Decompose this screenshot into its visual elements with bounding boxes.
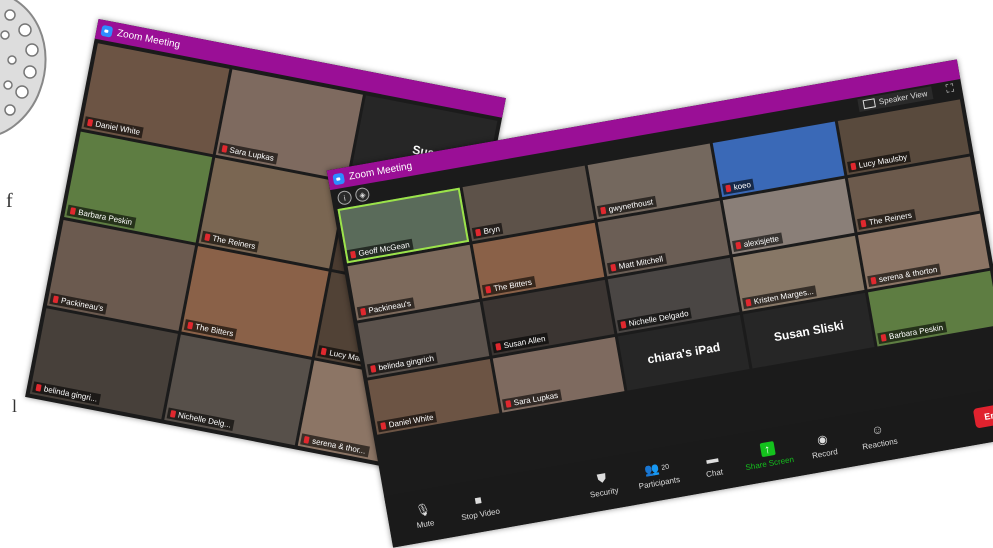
- participants-button[interactable]: 👥 20 Participants: [628, 457, 688, 492]
- video-camera-icon: ■: [473, 492, 483, 508]
- zoom-logo-icon: [100, 24, 114, 38]
- end-meeting-button[interactable]: End: [972, 402, 993, 429]
- top-controls: i ◈: [336, 186, 371, 206]
- reactions-button[interactable]: ☺ Reactions: [849, 418, 909, 453]
- reactions-icon: ☺: [870, 421, 885, 438]
- participant-name-label: Nichelle Delg...: [166, 407, 235, 432]
- security-button[interactable]: ⛊ Security: [573, 467, 633, 502]
- info-icon[interactable]: i: [336, 189, 353, 206]
- participant-name-label: Barbara Peskin: [877, 321, 947, 345]
- speaker-view-icon: [862, 98, 876, 110]
- participants-icon: 👥 20: [643, 461, 670, 478]
- participant-name-label: koeo: [721, 178, 755, 195]
- security-label: Security: [589, 485, 620, 500]
- record-button[interactable]: ◉ Record: [794, 428, 854, 463]
- reactions-label: Reactions: [861, 436, 899, 452]
- window-title: Zoom Meeting: [116, 27, 182, 51]
- stop-video-button[interactable]: ■ Stop Video: [449, 488, 509, 523]
- participant-name-label: belinda gingri...: [32, 381, 102, 406]
- record-icon: ◉: [815, 431, 829, 448]
- participant-count: 20: [660, 463, 670, 472]
- shield-icon: ⛊: [596, 470, 608, 486]
- participant-name-label: serena & thor...: [300, 433, 370, 458]
- share-screen-button[interactable]: ↑ Share Screen: [738, 437, 798, 472]
- butterfly-wing-decoration: [0, 0, 47, 135]
- participant-display-name: chiara's iPad: [646, 339, 722, 367]
- share-screen-label: Share Screen: [744, 454, 795, 473]
- fullscreen-icon[interactable]: ⛶: [945, 82, 955, 96]
- participants-label: Participants: [638, 474, 681, 491]
- share-screen-icon: ↑: [759, 441, 776, 458]
- zoom-logo-icon: [332, 172, 346, 185]
- stray-letter-l: l: [12, 396, 18, 416]
- mute-label: Mute: [415, 518, 436, 531]
- chat-button[interactable]: ▬ Chat: [683, 447, 743, 482]
- participant-name-label: Sara Lupkas: [502, 389, 562, 411]
- stray-letter-f: f: [6, 190, 13, 212]
- microphone-icon: 🎙: [414, 501, 432, 519]
- shield-icon[interactable]: ◈: [354, 186, 371, 203]
- participant-name-label: Daniel White: [376, 411, 438, 433]
- mute-button[interactable]: 🎙 Mute: [394, 498, 454, 533]
- participant-display-name: Susan Sliski: [772, 317, 845, 344]
- participant-name-label: Bryn: [471, 222, 504, 239]
- stop-video-label: Stop Video: [460, 506, 501, 523]
- record-label: Record: [811, 447, 839, 461]
- chat-label: Chat: [705, 467, 724, 480]
- chat-icon: ▬: [704, 450, 720, 467]
